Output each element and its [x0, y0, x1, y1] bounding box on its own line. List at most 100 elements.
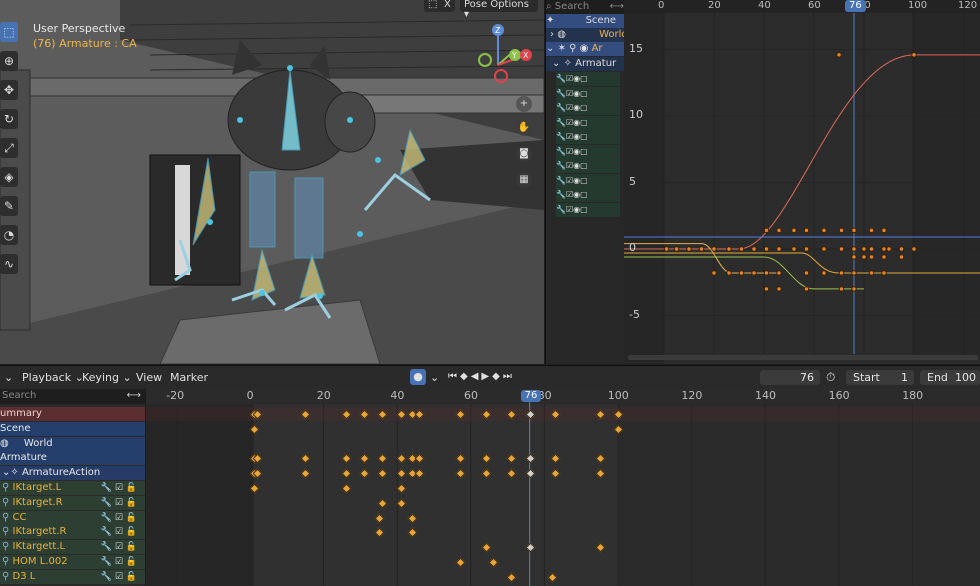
jump-end-icon[interactable]: ⏭: [503, 371, 515, 382]
box-icon[interactable]: ▢: [580, 205, 588, 214]
menu-keying[interactable]: Keying ⌄: [82, 371, 132, 384]
channel-row[interactable]: ⚲ CC 🔧 ☑ 🔓: [0, 510, 145, 525]
box-icon[interactable]: ▢: [580, 132, 588, 141]
checkbox-icon[interactable]: ☑: [115, 557, 126, 567]
menu-playback[interactable]: Playback ⌄: [22, 371, 84, 384]
channel-toggles[interactable]: 🔧 ☑ 🔓: [101, 511, 137, 525]
menu-view[interactable]: View: [136, 371, 162, 384]
swap-icon[interactable]: ⟷: [127, 389, 141, 403]
lock-icon[interactable]: 🔓: [126, 572, 137, 582]
wrench-icon[interactable]: 🔧: [556, 176, 566, 185]
channel-row[interactable]: ummary: [0, 407, 145, 421]
wrench-icon[interactable]: 🔧: [101, 513, 115, 523]
box-icon[interactable]: ▢: [580, 147, 588, 156]
lock-icon[interactable]: 🔓: [126, 513, 137, 523]
checkbox-icon[interactable]: ☑: [115, 498, 126, 508]
checkbox-icon[interactable]: ☑: [115, 542, 126, 552]
outliner-bone-row[interactable]: 🔧☑◉▢: [556, 101, 620, 115]
zoom-icon[interactable]: +: [516, 96, 532, 112]
outliner-item-armature[interactable]: ⌄ ✶ ⚲ ◉ Ar: [546, 42, 624, 56]
outliner-bone-row[interactable]: 🔧☑◉▢: [556, 144, 620, 159]
transform-icon[interactable]: ◈: [0, 167, 18, 187]
channel-toggles[interactable]: 🔧 ☑ 🔓: [101, 496, 137, 510]
channel-toggles[interactable]: 🔧 ☑ 🔓: [101, 481, 137, 495]
playback-controls[interactable]: ⏮◆◀▶◆⏭: [448, 371, 515, 382]
wrench-icon[interactable]: 🔧: [101, 557, 115, 567]
outliner-bone-row[interactable]: 🔧☑◉▢: [556, 115, 620, 130]
graph-editor[interactable]: 020406080100120 76 151050-5: [624, 0, 980, 364]
outliner-bone-row[interactable]: 🔧☑◉▢: [556, 159, 620, 173]
3d-viewport[interactable]: User Perspective (76) Armature : CA ⬚ X …: [0, 0, 544, 364]
box-icon[interactable]: ▢: [580, 74, 588, 83]
wrench-icon[interactable]: 🔧: [556, 161, 566, 170]
channel-row[interactable]: Scene: [0, 421, 145, 436]
channel-row[interactable]: ⚲ IKtarget.L 🔧 ☑ 🔓: [0, 481, 145, 495]
wrench-icon[interactable]: 🔧: [556, 205, 566, 214]
lock-icon[interactable]: 🔓: [126, 483, 137, 493]
perspective-grid-icon[interactable]: ▦: [516, 172, 532, 188]
checkbox-icon[interactable]: ☑: [115, 483, 126, 493]
outliner-bone-row[interactable]: 🔧☑◉▢: [556, 72, 620, 86]
wrench-icon[interactable]: 🔧: [101, 527, 115, 537]
box-icon[interactable]: ▢: [580, 176, 588, 185]
box-icon[interactable]: ▢: [580, 89, 588, 98]
box-icon[interactable]: ▢: [580, 118, 588, 127]
channel-row[interactable]: ◍ World: [0, 436, 145, 451]
outliner[interactable]: ⌕ Search ⟷ ✦ Scene › ◍ World ⌄ ✶ ⚲ ◉ Ar …: [545, 0, 624, 364]
eye-icon[interactable]: ◉: [580, 43, 589, 54]
channel-row[interactable]: ⚲ HOM L.002 🔧 ☑ 🔓: [0, 555, 145, 569]
wrench-icon[interactable]: 🔧: [556, 89, 566, 98]
outliner-bone-row[interactable]: 🔧☑◉▢: [556, 86, 620, 101]
mirror-x-button[interactable]: X: [440, 0, 455, 12]
dopesheet-current-frame[interactable]: 76: [520, 390, 542, 402]
camera-icon[interactable]: ◙: [516, 146, 532, 162]
checkbox-icon[interactable]: ☑: [115, 527, 126, 537]
chevron-down-icon[interactable]: ⌄: [430, 371, 439, 384]
pin-icon[interactable]: ⚲: [569, 43, 576, 54]
annotate-icon[interactable]: ✎: [0, 196, 18, 216]
prev-key-icon[interactable]: ◆: [460, 371, 471, 382]
outliner-item-armature-data[interactable]: ⌄ ✧ Armatur: [546, 57, 624, 71]
outliner-search[interactable]: ⌕ Search ⟷: [546, 0, 624, 14]
play-reverse-icon[interactable]: ◀: [471, 371, 482, 382]
channel-row[interactable]: ⚲ D3 L 🔧 ☑ 🔓: [0, 569, 145, 584]
lock-icon[interactable]: 🔓: [126, 527, 137, 537]
channel-toggles[interactable]: 🔧 ☑ 🔓: [101, 540, 137, 554]
outliner-bone-row[interactable]: 🔧☑◉▢: [556, 202, 620, 217]
channel-row[interactable]: ⚲ IKtargett.R 🔧 ☑ 🔓: [0, 525, 145, 540]
outliner-item-world[interactable]: › ◍ World: [546, 28, 624, 42]
channel-row[interactable]: ⚲ IKtargett.L 🔧 ☑ 🔓: [0, 540, 145, 555]
wrench-icon[interactable]: 🔧: [556, 147, 566, 156]
cursor-icon[interactable]: ⊕: [0, 51, 18, 71]
scale-icon[interactable]: ⤢: [0, 138, 18, 158]
wrench-icon[interactable]: 🔧: [556, 132, 566, 141]
wrench-icon[interactable]: 🔧: [101, 572, 115, 582]
graph-frame-ruler[interactable]: 020406080100120: [624, 0, 980, 13]
pose-relax-icon[interactable]: ∿: [0, 254, 18, 274]
wrench-icon[interactable]: 🔧: [556, 103, 566, 112]
channel-toggles[interactable]: 🔧 ☑ 🔓: [101, 555, 137, 569]
dopesheet-keyframes[interactable]: -20 0 20 40 60 80 100 120 140 160 180 76: [146, 388, 980, 586]
auto-key-icon[interactable]: ●: [410, 369, 426, 385]
wrench-icon[interactable]: 🔧: [101, 498, 115, 508]
move-icon[interactable]: ✥: [0, 80, 18, 100]
lock-icon[interactable]: 🔓: [126, 498, 137, 508]
channel-row[interactable]: Armature: [0, 451, 145, 466]
play-icon[interactable]: ▶: [481, 371, 492, 382]
pose-options-dropdown[interactable]: Pose Options ▾: [460, 0, 538, 20]
wrench-icon[interactable]: 🔧: [101, 542, 115, 552]
chevron-down-icon[interactable]: ⌄: [4, 371, 13, 384]
outliner-item-scene[interactable]: ✦ Scene: [546, 14, 624, 28]
channel-row[interactable]: ⚲ IKtarget.R 🔧 ☑ 🔓: [0, 495, 145, 510]
outliner-bone-row[interactable]: 🔧☑◉▢: [556, 130, 620, 144]
outliner-bone-row[interactable]: 🔧☑◉▢: [556, 173, 620, 188]
wrench-icon[interactable]: 🔧: [556, 190, 566, 199]
lock-icon[interactable]: 🔓: [126, 542, 137, 552]
channel-row[interactable]: ⌄✧ ArmatureAction: [0, 466, 145, 481]
menu-marker[interactable]: Marker: [170, 371, 208, 384]
channel-search-input[interactable]: Search ⟷: [0, 389, 145, 404]
checkbox-icon[interactable]: ☑: [115, 513, 126, 523]
navigation-gizmo[interactable]: Z Y X: [468, 20, 538, 90]
box-icon[interactable]: ▢: [580, 190, 588, 199]
box-icon[interactable]: ▢: [580, 103, 588, 112]
